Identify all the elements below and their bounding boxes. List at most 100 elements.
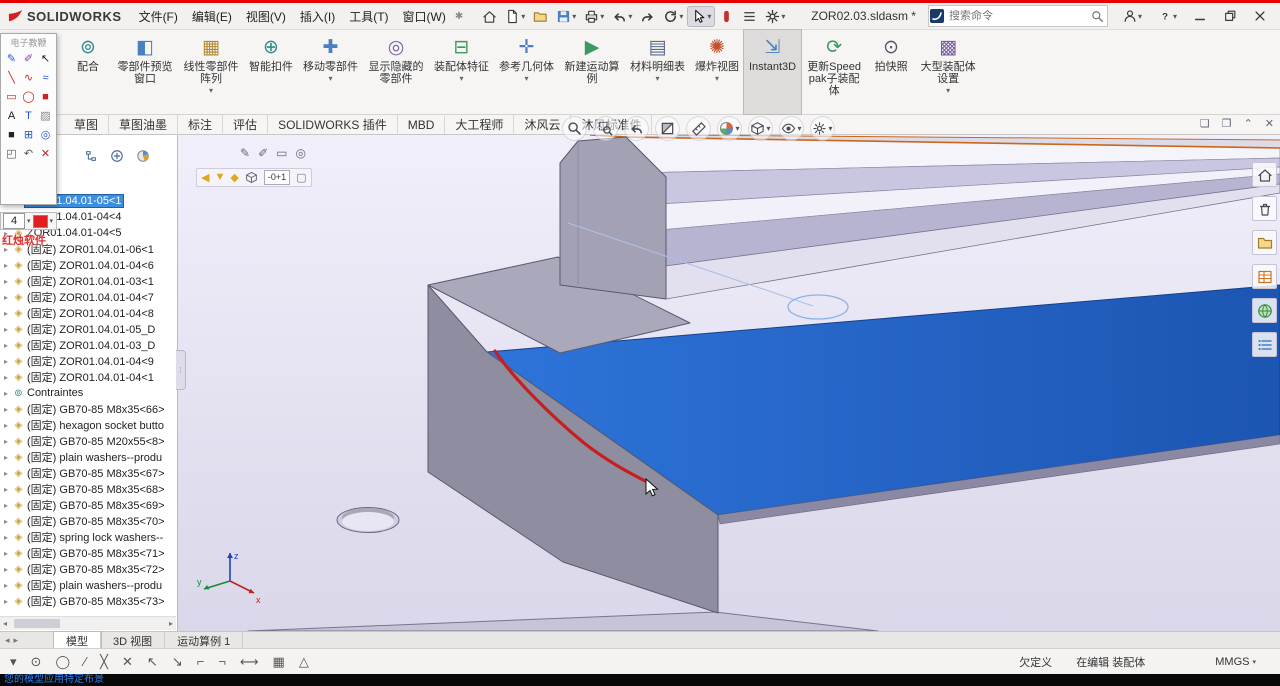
expander-icon[interactable]: ▸ (0, 373, 12, 382)
previous-view-icon[interactable] (624, 116, 649, 141)
home-icon[interactable] (479, 7, 500, 26)
expander-icon[interactable]: ▸ (0, 261, 12, 270)
ribbon-button-0[interactable]: ⊚ 配合 (64, 30, 112, 114)
search-input[interactable] (944, 10, 1091, 22)
tree-item[interactable]: ▸ ◈ (固定) GB70-85 M8x35<69> (0, 497, 176, 513)
tree-item[interactable]: ▸ ◈ (固定) GB70-85 M8x35<68> (0, 481, 176, 497)
close-view-icon[interactable]: ✕ (1265, 117, 1274, 130)
box-select-icon[interactable]: ▢ (296, 171, 306, 184)
hide-show-items-icon[interactable]: ▾ (779, 116, 804, 141)
ellipse-tool-icon[interactable]: ◯ (55, 654, 70, 670)
tree-item[interactable]: ▸ ◈ (固定) GB70-85 M8x35<72> (0, 561, 176, 577)
scroll-right-icon[interactable]: ▸ (14, 635, 19, 646)
eraser-icon[interactable]: ▭ (276, 146, 287, 160)
corner-right-icon[interactable]: ¬ (218, 654, 226, 669)
view-orientation-icon[interactable]: ▾ (717, 116, 742, 141)
expander-icon[interactable]: ▸ (0, 517, 12, 526)
bom-table-icon[interactable] (1252, 264, 1277, 289)
view-tab-1[interactable]: 3D 视图 (101, 632, 166, 648)
plate-hole[interactable] (336, 507, 400, 533)
dimension-tool-icon[interactable]: ⟷ (240, 654, 259, 670)
cube-icon[interactable] (245, 171, 258, 184)
menu-pin-icon[interactable]: ✱ (455, 11, 463, 22)
ribbon-button-14[interactable]: ▩ 大型装配体设置 ▾ (915, 30, 981, 114)
tab-6[interactable]: 大工程师 (445, 114, 515, 135)
minimize-icon[interactable] (1190, 7, 1210, 25)
expander-icon[interactable]: ▸ (0, 581, 12, 590)
cross-tool-icon[interactable]: ╳ (100, 654, 108, 670)
tree-item[interactable]: ▸ ⊚ Contraintes (0, 385, 176, 401)
menu-item-0[interactable]: 文件(F) (132, 8, 185, 25)
tree-item[interactable]: ▸ ◈ (固定) ZOR01.04.01-03_D (0, 337, 176, 353)
expander-icon[interactable]: ▸ (0, 421, 12, 430)
expander-icon[interactable]: ▸ (0, 501, 12, 510)
delete-icon[interactable] (1252, 196, 1277, 221)
3d-viewport[interactable]: z y x (178, 135, 1280, 631)
print-icon[interactable]: ▾ (581, 7, 607, 26)
dropdown-icon[interactable]: ▾ (572, 12, 576, 21)
display-pane-icon[interactable] (84, 149, 98, 166)
dropdown-icon[interactable]: ▾ (328, 74, 332, 83)
dropdown-icon[interactable]: ▾ (707, 12, 711, 21)
expander-icon[interactable]: ▸ (0, 485, 12, 494)
label-icon[interactable]: T (20, 106, 37, 125)
dropdown-icon[interactable]: ▾ (628, 12, 632, 21)
dropdown-icon[interactable]: ▾ (946, 86, 950, 95)
expander-icon[interactable]: ▸ (0, 533, 12, 542)
ribbon-button-12[interactable]: ⟳ 更新Speedpak子装配体 (801, 30, 867, 114)
scroll-left-icon[interactable]: ◂ (5, 635, 10, 646)
save-screenshot-icon[interactable]: ◰ (3, 144, 20, 163)
panel-splitter[interactable]: ⁞ (176, 350, 186, 390)
restore-icon[interactable] (1220, 7, 1240, 25)
dropdown-icon[interactable]: ▾ (600, 12, 604, 21)
marker-icon[interactable]: ✐ (258, 146, 268, 160)
expander-icon[interactable]: ▸ (0, 437, 12, 446)
pen-color-swatch[interactable] (32, 214, 48, 228)
units-dropdown-icon[interactable]: ▾ (1252, 658, 1256, 666)
scroll-right-icon[interactable]: ▸ (166, 619, 176, 628)
undo-icon[interactable]: ▾ (609, 7, 635, 26)
ribbon-button-1[interactable]: ◧ 零部件预览窗口 (112, 30, 178, 114)
tree-horizontal-scrollbar[interactable]: ◂ ▸ (0, 616, 176, 630)
tab-2[interactable]: 标注 (178, 114, 224, 135)
pen-icon[interactable]: ✎ (3, 49, 20, 68)
tree-item[interactable]: ▸ ◈ (固定) ZOR01.04.01-04<6 (0, 257, 176, 273)
add-item-icon[interactable] (110, 149, 124, 166)
scroll-thumb[interactable] (14, 619, 61, 628)
triangle-tool-icon[interactable]: △ (299, 654, 309, 670)
ribbon-button-5[interactable]: ◎ 显示隐藏的零部件 (363, 30, 429, 114)
dropdown-icon[interactable]: ▾ (521, 12, 525, 21)
collapse-ribbon-icon[interactable]: ⌃ (1244, 117, 1253, 130)
line-tool-icon[interactable]: ∕ (84, 654, 86, 669)
task-list-icon[interactable] (1252, 332, 1277, 357)
menu-item-4[interactable]: 工具(T) (342, 8, 395, 25)
arrow-diamond-icon[interactable]: ◆ (230, 171, 238, 184)
ribbon-button-2[interactable]: ▦ 线性零部件阵列 ▾ (178, 30, 244, 114)
tree-item[interactable]: ▸ ◈ (固定) ZOR01.04.01-05_D (0, 321, 176, 337)
ribbon-button-4[interactable]: ✚ 移动零部件 ▾ (298, 30, 363, 114)
expander-icon[interactable]: ▸ (0, 325, 12, 334)
curve-icon[interactable]: ∿ (20, 68, 37, 87)
pen-color-dropdown-icon[interactable]: ▾ (50, 217, 54, 225)
ribbon-button-11[interactable]: ⇲ Instant3D (742, 29, 803, 115)
search-icon[interactable] (1091, 10, 1107, 23)
expander-icon[interactable]: ▸ (0, 293, 12, 302)
marker-icon[interactable]: ✐ (20, 49, 37, 68)
text-icon[interactable]: A (3, 106, 20, 125)
menu-item-3[interactable]: 插入(I) (293, 8, 342, 25)
tab-5[interactable]: MBD (398, 115, 446, 134)
grid-icon[interactable]: ⊞ (20, 125, 37, 144)
dropdown-icon[interactable]: ▾ (781, 12, 785, 21)
pane-alt-icon[interactable]: ❐ (1222, 117, 1232, 130)
ribbon-button-6[interactable]: ⊟ 装配体特征 ▾ (429, 30, 494, 114)
tree-item[interactable]: ▸ ◈ (固定) GB70-85 M20x55<8> (0, 433, 176, 449)
view-tab-scroll[interactable]: ◂ ▸ (0, 632, 54, 648)
help-icon[interactable]: ? ▾ (1155, 7, 1180, 25)
display-style-icon[interactable]: ▾ (748, 116, 773, 141)
tree-item[interactable]: ▸ ◈ (固定) hexagon socket butto (0, 417, 176, 433)
pen-size-select[interactable]: 4 (3, 213, 25, 229)
delete-stroke-icon[interactable]: ✕ (122, 654, 133, 670)
tree-item[interactable]: ▸ ◈ (固定) ZOR01.04.01-04<1 (0, 369, 176, 385)
view-settings-icon[interactable]: ▾ (810, 116, 835, 141)
units-selector[interactable]: MMGS ▾ (1215, 656, 1256, 668)
